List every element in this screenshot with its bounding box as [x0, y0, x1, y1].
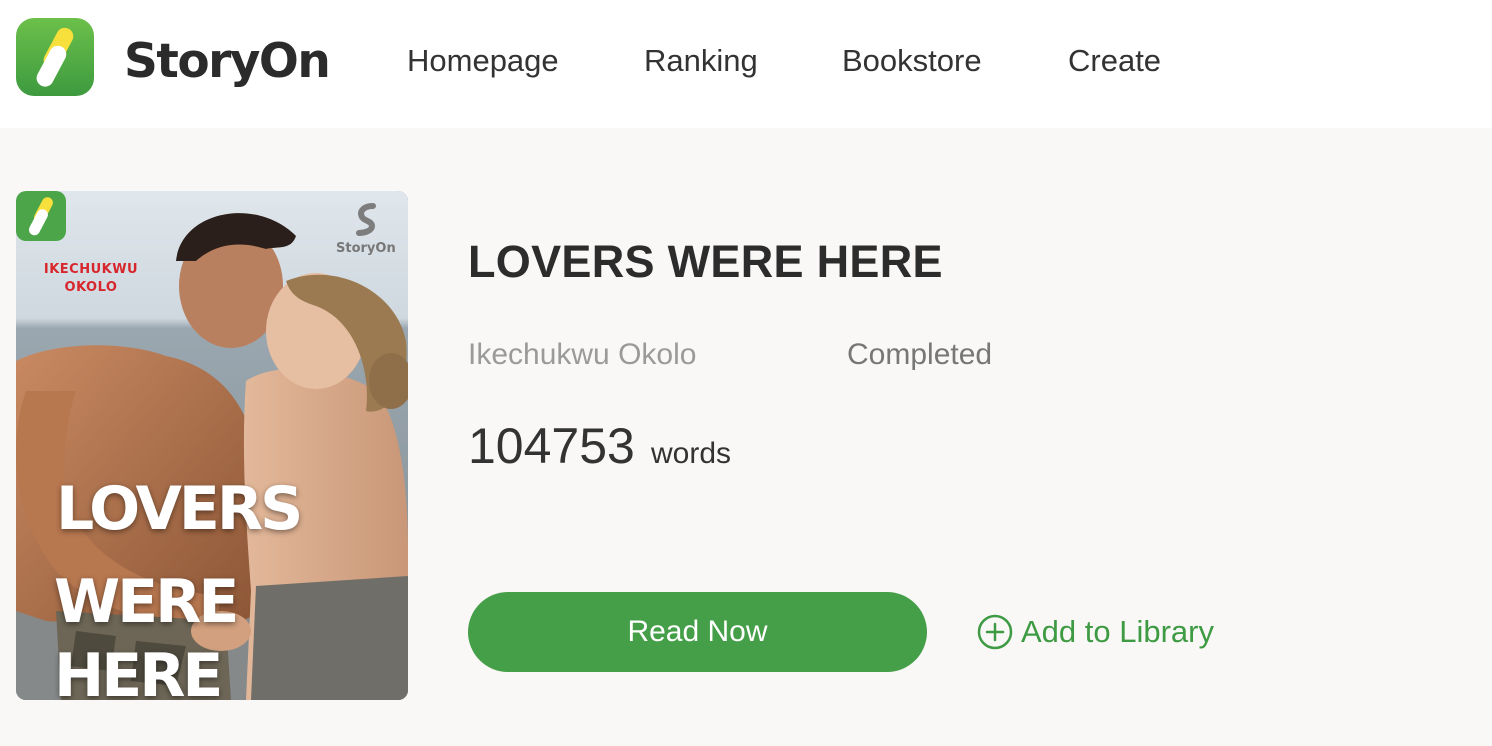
storyon-watermark-icon [356, 203, 376, 236]
add-to-library-button[interactable]: Add to Library [977, 612, 1214, 652]
nav-bookstore[interactable]: Bookstore [842, 42, 982, 80]
book-title: LOVERS WERE HERE [468, 236, 943, 287]
cover-title-text: LOVERS WERE HERE [54, 453, 408, 700]
cover-title-line2: WERE HERE [54, 567, 239, 700]
storyon-logo-icon[interactable] [16, 18, 94, 96]
cover-author-text: IKECHUKWU OKOLO [43, 262, 139, 295]
word-count-unit: words [651, 437, 732, 470]
add-to-library-label: Add to Library [1021, 614, 1214, 649]
read-now-button[interactable]: Read Now [468, 592, 927, 672]
author-link[interactable]: Ikechukwu Okolo [468, 337, 696, 373]
cover-watermark-text: StoryOn [336, 241, 396, 256]
nav-homepage[interactable]: Homepage [407, 42, 559, 80]
cover-title-line1: LOVERS [56, 474, 303, 544]
book-cover-image[interactable]: StoryOn IKECHUKWU OKOLO LOVERS WERE HERE [16, 191, 408, 700]
nav-ranking[interactable]: Ranking [644, 42, 758, 80]
storyon-badge-icon [16, 191, 66, 241]
top-navigation-bar: StoryOn Homepage Ranking Bookstore Creat… [0, 0, 1492, 128]
word-count: 104753 [468, 418, 635, 474]
status-label: Completed [847, 338, 993, 371]
nav-create[interactable]: Create [1068, 42, 1161, 80]
brand-name[interactable]: StoryOn [124, 32, 331, 92]
plus-circle-icon [977, 614, 1013, 650]
